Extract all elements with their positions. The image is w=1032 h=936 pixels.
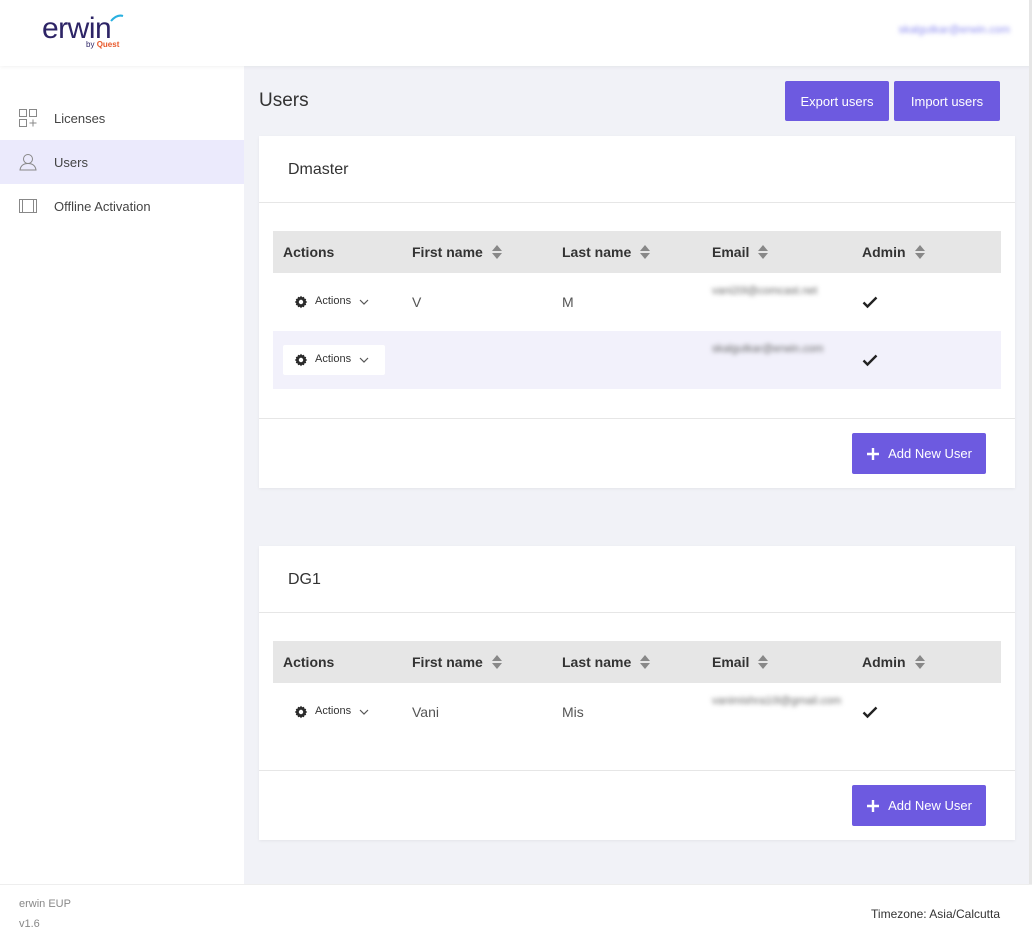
column-header-first-name[interactable]: First name (412, 231, 503, 273)
users-icon (19, 154, 37, 171)
page-title: Users (259, 90, 309, 111)
table-row: Actions skalgutkar@erwin.com (273, 331, 1001, 389)
column-header-actions: Actions (283, 231, 334, 273)
row-actions-dropdown[interactable]: Actions (283, 287, 385, 317)
sort-icon[interactable] (757, 654, 769, 670)
column-header-last-name[interactable]: Last name (562, 641, 651, 683)
column-header-label: Admin (862, 654, 906, 670)
row-actions-dropdown[interactable]: Actions (283, 697, 385, 727)
sidebar-item-label: Licenses (54, 110, 106, 126)
column-header-label: Actions (283, 654, 335, 670)
group-card-dmaster: Dmaster Actions First name Last name Ema… (259, 136, 1015, 488)
column-header-label: Last name (562, 654, 632, 670)
sort-icon[interactable] (639, 244, 651, 260)
column-header-label: Actions (283, 244, 335, 260)
import-users-button[interactable]: Import users (894, 81, 1000, 121)
top-bar: erwin by Quest skalgutkar@erwin.com (0, 0, 1032, 66)
actions-label: Actions (315, 295, 352, 307)
table-row: Actions Vani Mis vanimishra10l@gmail.com (273, 683, 1001, 741)
table-header: Actions First name Last name Email Admin (273, 641, 1001, 683)
actions-label: Actions (315, 353, 352, 365)
row-actions-dropdown[interactable]: Actions (283, 345, 385, 375)
column-header-first-name[interactable]: First name (412, 641, 503, 683)
add-new-user-label: Add New User (888, 446, 972, 461)
add-new-user-label: Add New User (888, 798, 972, 813)
first-name-cell: Vani (412, 704, 439, 720)
chevron-down-icon (359, 709, 369, 715)
sort-icon[interactable] (491, 244, 503, 260)
sort-icon[interactable] (639, 654, 651, 670)
column-header-label: Email (712, 244, 750, 260)
add-new-user-button[interactable]: Add New User (852, 785, 986, 826)
sidebar-item-users[interactable]: Users (0, 140, 244, 184)
gear-icon (294, 353, 308, 367)
plus-icon (867, 447, 880, 460)
gear-icon (294, 295, 308, 309)
gear-icon (294, 705, 308, 719)
sort-icon[interactable] (491, 654, 503, 670)
user-email-link[interactable]: skalgutkar@erwin.com (899, 24, 1010, 36)
timezone-label: Timezone: Asia/Calcutta (871, 907, 1000, 921)
erwin-logo[interactable]: erwin by Quest (42, 14, 124, 49)
footer: erwin EUP v1.6 Timezone: Asia/Calcutta (0, 884, 1032, 936)
chevron-down-icon (359, 299, 369, 305)
sort-icon[interactable] (914, 654, 926, 670)
logo-brand: Quest (96, 40, 120, 49)
last-name-cell: Mis (562, 704, 584, 720)
app-version: v1.6 (19, 918, 40, 930)
column-header-label: Admin (862, 244, 906, 260)
divider (259, 418, 1015, 419)
column-header-email[interactable]: Email (712, 231, 769, 273)
logo-by: by (86, 40, 95, 49)
offline-activation-icon (19, 199, 37, 213)
group-title: Dmaster (288, 161, 349, 178)
plus-icon (867, 799, 880, 812)
column-header-label: Last name (562, 244, 632, 260)
email-cell: vanimishra10l@gmail.com (712, 695, 842, 707)
logo-byline: by Quest (86, 40, 119, 49)
add-new-user-button[interactable]: Add New User (852, 433, 986, 474)
sidebar-item-licenses[interactable]: Licenses (0, 96, 244, 140)
sort-icon[interactable] (914, 244, 926, 260)
table-row: Actions V M vani20l@comcast.net (273, 273, 1001, 331)
first-name-cell: V (412, 294, 422, 310)
check-icon (862, 354, 878, 367)
column-header-admin[interactable]: Admin (862, 231, 926, 273)
group-title: DG1 (288, 571, 321, 588)
table-header: Actions First name Last name Email Admin (273, 231, 1001, 273)
email-cell: vani20l@comcast.net (712, 285, 818, 297)
sidebar-item-label: Offline Activation (54, 198, 151, 214)
export-users-button[interactable]: Export users (785, 81, 889, 121)
divider (259, 202, 1015, 203)
sidebar-item-label: Users (54, 154, 88, 170)
divider (259, 770, 1015, 771)
check-icon (862, 706, 878, 719)
column-header-email[interactable]: Email (712, 641, 769, 683)
group-card-dg1: DG1 Actions First name Last name Email A… (259, 546, 1015, 840)
column-header-label: Email (712, 654, 750, 670)
divider (259, 612, 1015, 613)
column-header-label: First name (412, 244, 483, 260)
column-header-label: First name (412, 654, 483, 670)
actions-label: Actions (315, 705, 352, 717)
sort-icon[interactable] (757, 244, 769, 260)
sidebar: Licenses Users Offline Activation (0, 66, 244, 884)
column-header-admin[interactable]: Admin (862, 641, 926, 683)
check-icon (862, 296, 878, 309)
app-name: erwin EUP (19, 898, 71, 910)
email-cell: skalgutkar@erwin.com (712, 343, 824, 355)
sidebar-item-offline-activation[interactable]: Offline Activation (0, 184, 244, 228)
licenses-icon (19, 109, 37, 127)
column-header-actions: Actions (283, 641, 334, 683)
chevron-down-icon (359, 357, 369, 363)
column-header-last-name[interactable]: Last name (562, 231, 651, 273)
logo-swoosh-icon (110, 14, 124, 22)
last-name-cell: M (562, 294, 574, 310)
